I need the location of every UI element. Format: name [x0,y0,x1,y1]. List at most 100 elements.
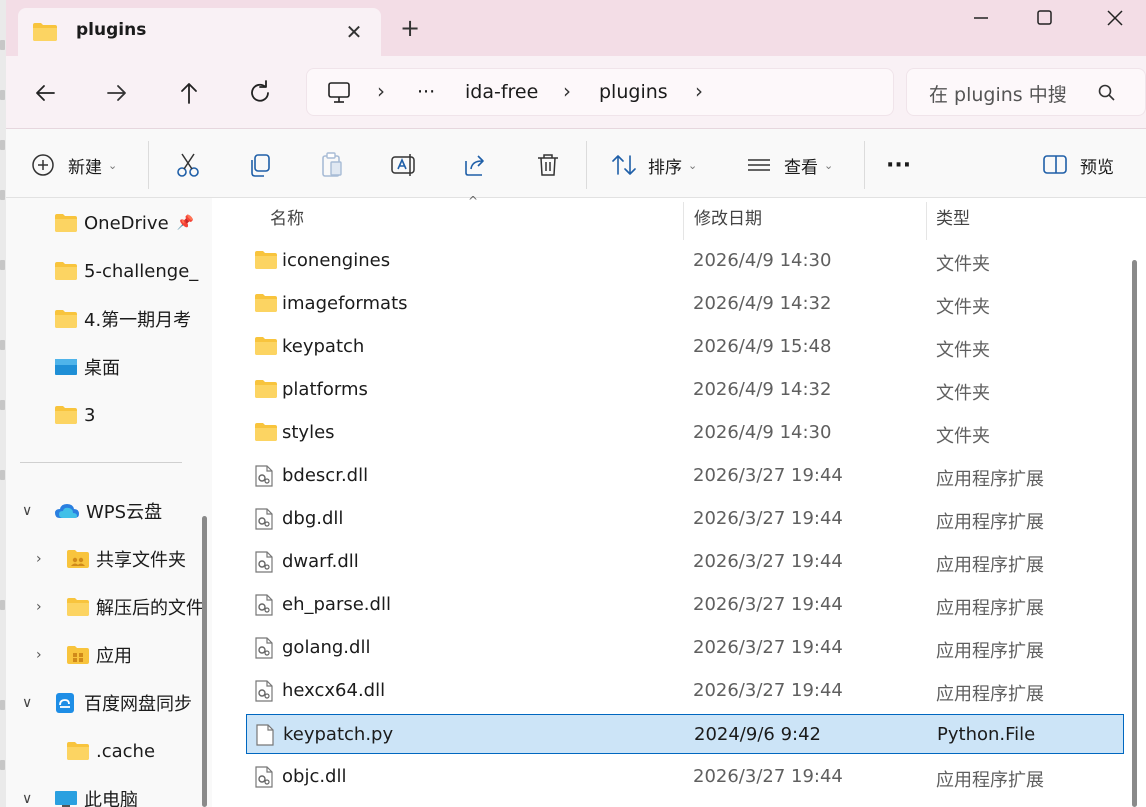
file-row[interactable]: keypatch.py 2024/9/6 9:42 Python.File [246,714,1124,754]
apps-folder-icon [67,646,89,664]
sidebar-item-extracted-files[interactable]: › 解压后的文件 [36,589,204,625]
divider [864,141,865,189]
folder-icon [67,742,89,760]
view-label: 查看 [784,157,818,178]
view-list-icon [748,159,770,171]
trash-icon [538,154,558,176]
file-row[interactable]: golang.dll 2026/3/27 19:44 应用程序扩展 [246,628,1124,668]
file-name: bdescr.dll [282,465,369,486]
tab-plugins[interactable]: plugins ✕ [18,8,381,56]
search-box[interactable]: 在 plugins 中搜 [906,68,1146,116]
cut-button[interactable] [174,149,202,181]
file-type: 应用程序扩展 [936,684,1044,705]
new-button[interactable]: 新建 ⌄ [30,149,117,181]
rename-icon [391,154,415,176]
file-row[interactable]: styles 2026/4/9 14:30 文件夹 [246,413,1124,453]
column-header-name[interactable]: 名称 [270,198,304,240]
file-list-scrollbar[interactable] [1132,260,1137,807]
chevron-down-icon[interactable]: ∨ [22,791,38,807]
close-tab-button[interactable]: ✕ [340,18,368,46]
file-row[interactable]: dbg.dll 2026/3/27 19:44 应用程序扩展 [246,499,1124,539]
file-row[interactable]: keypatch 2026/4/9 15:48 文件夹 [246,327,1124,367]
command-bar: 新建 ⌄ 排序 ⌄ 查看 ⌄ ··· 预览 [6,128,1146,198]
sidebar-item-shared-folder[interactable]: › 共享文件夹 [36,541,186,577]
search-input[interactable]: 在 plugins 中搜 [929,80,1067,107]
file-row[interactable]: hexcx64.dll 2026/3/27 19:44 应用程序扩展 [246,671,1124,711]
copy-button[interactable] [246,149,274,181]
file-row[interactable]: platforms 2026/4/9 14:32 文件夹 [246,370,1124,410]
breadcrumb-overflow[interactable]: ··· [417,81,435,103]
file-type: 应用程序扩展 [936,469,1044,490]
sidebar-item-5-challenge[interactable]: 5-challenge_ [54,253,198,289]
sort-button[interactable]: 排序 ⌄ [610,149,697,181]
share-button[interactable] [462,149,490,181]
file-row[interactable]: objc.dll 2026/3/27 19:44 应用程序扩展 [246,757,1124,797]
back-button[interactable] [28,78,62,108]
folder-icon [32,22,58,46]
file-row[interactable]: iconengines 2026/4/9 14:30 文件夹 [246,241,1124,281]
file-name: keypatch [282,336,365,357]
breadcrumb-plugins[interactable]: plugins [599,81,668,103]
computer-icon[interactable] [327,81,353,109]
sidebar-item-onedrive[interactable]: OneDrive 📌 [54,205,194,241]
up-button[interactable] [172,78,206,108]
sidebar-item-wps-cloud[interactable]: ∨ WPS云盘 [22,493,162,529]
file-row[interactable]: eh_parse.dll 2026/3/27 19:44 应用程序扩展 [246,585,1124,625]
sort-ascending-icon: ^ [468,194,479,208]
new-tab-button[interactable]: + [398,16,422,40]
column-divider[interactable] [683,202,684,240]
file-row[interactable]: bdescr.dll 2026/3/27 19:44 应用程序扩展 [246,456,1124,496]
chevron-right-icon[interactable]: › [36,551,50,567]
column-header-date[interactable]: 修改日期 [694,198,762,240]
column-header-type[interactable]: 类型 [936,198,970,240]
more-options-button[interactable]: ··· [886,149,911,181]
paste-button[interactable] [318,149,346,181]
chevron-right-icon[interactable]: › [563,79,571,103]
file-type: 文件夹 [936,340,990,361]
dll-file-icon [254,551,274,577]
address-bar[interactable]: › ··· ida-free › plugins › [306,68,894,116]
view-button[interactable]: 查看 ⌄ [746,149,833,181]
chevron-right-icon[interactable]: › [695,79,703,103]
file-type: 应用程序扩展 [936,770,1044,791]
divider [20,462,182,463]
sidebar-item-3[interactable]: 3 [54,397,95,433]
sidebar-item-cache[interactable]: .cache [66,733,155,769]
refresh-button[interactable] [244,78,278,108]
file-date: 2026/3/27 19:44 [693,594,843,615]
sidebar-item-monthly-exam[interactable]: 4.第一期月考 [54,301,191,337]
sidebar-item-desktop[interactable]: 桌面 [54,349,120,385]
sidebar-item-apps[interactable]: › 应用 [36,637,132,673]
chevron-right-icon[interactable]: › [36,599,50,615]
column-divider[interactable] [926,202,927,240]
file-row[interactable]: dwarf.dll 2026/3/27 19:44 应用程序扩展 [246,542,1124,582]
file-name: platforms [282,379,368,400]
chevron-right-icon[interactable]: › [36,647,50,663]
chevron-down-icon[interactable]: ∨ [22,503,38,519]
file-date: 2026/3/27 19:44 [693,766,843,787]
file-date: 2026/4/9 14:30 [693,250,832,271]
chevron-down-icon[interactable]: ∨ [22,695,38,711]
maximize-button[interactable] [1014,0,1074,40]
rename-button[interactable] [390,149,418,181]
search-icon[interactable] [1097,83,1117,107]
delete-button[interactable] [534,149,562,181]
minimize-button[interactable] [950,0,1010,40]
preview-pane-icon [1043,155,1067,174]
file-type: 应用程序扩展 [936,641,1044,662]
close-window-button[interactable] [1082,0,1142,40]
sidebar-item-baidu-sync[interactable]: ∨ 百度网盘同步 [22,685,192,721]
file-type: 文件夹 [936,426,990,447]
preview-button[interactable]: 预览 [1042,149,1114,181]
sidebar-item-this-pc[interactable]: ∨ 此电脑 [22,781,138,807]
file-row[interactable]: imageformats 2026/4/9 14:32 文件夹 [246,284,1124,324]
file-type: 文件夹 [936,383,990,404]
forward-button[interactable] [100,78,134,108]
folder-icon [254,422,278,446]
breadcrumb-ida-free[interactable]: ida-free [465,81,538,103]
arrow-left-icon [36,85,55,101]
sidebar-scrollbar[interactable] [202,516,207,807]
chevron-right-icon[interactable]: › [377,79,385,103]
copy-icon [251,154,270,177]
baidu-sync-icon [56,693,74,713]
